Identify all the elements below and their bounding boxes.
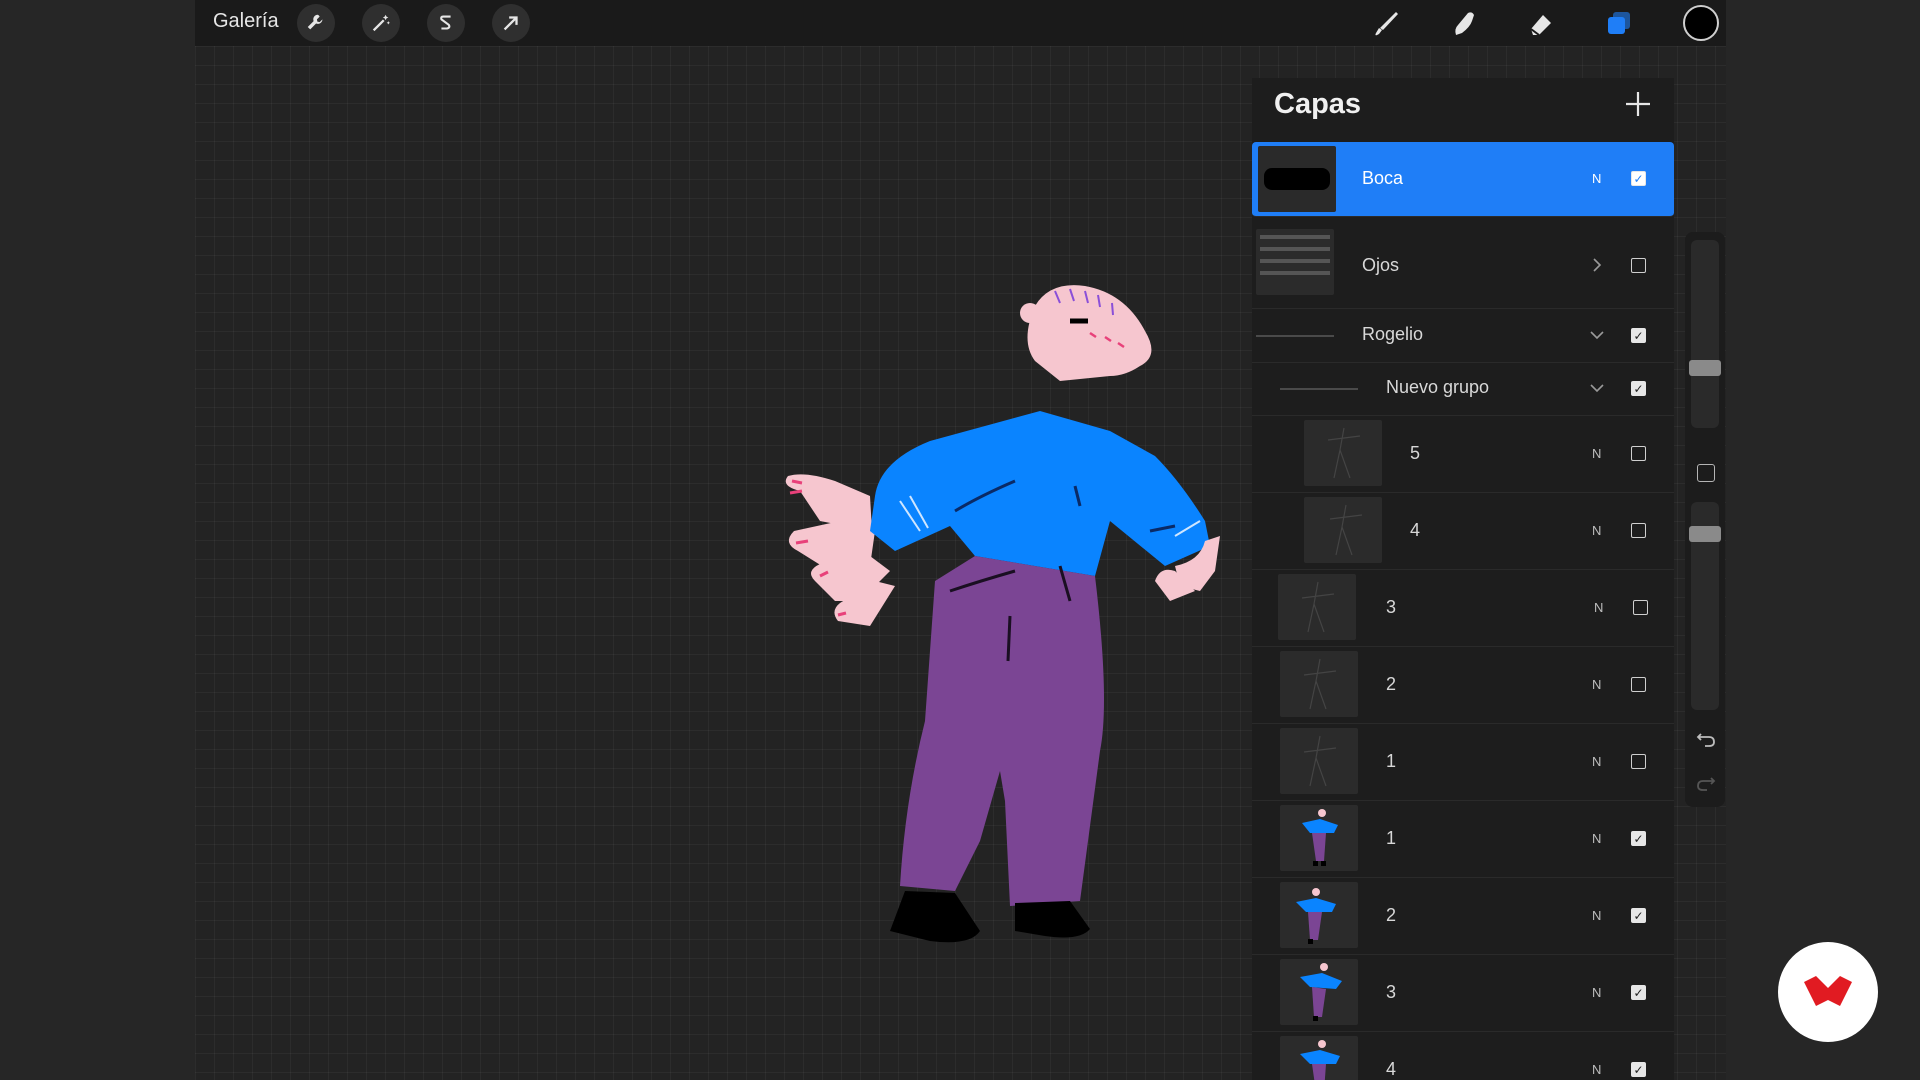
- layer-label: Ojos: [1362, 255, 1400, 275]
- blend-mode[interactable]: N: [1592, 1062, 1601, 1077]
- layer-thumbnail: [1304, 497, 1382, 563]
- gallery-button[interactable]: Galería: [213, 10, 279, 33]
- layer-label: 4: [1410, 520, 1421, 540]
- layer-label: 5: [1410, 443, 1421, 463]
- color-picker[interactable]: [1683, 5, 1719, 41]
- layer-thumbnail: [1258, 146, 1336, 212]
- layer-thumbnail: [1280, 1036, 1358, 1080]
- layer-row-2[interactable]: 2 N: [1252, 647, 1674, 724]
- layer-row-nuevo-grupo[interactable]: Nuevo grupo ✓: [1252, 363, 1674, 416]
- layer-row-4[interactable]: 4 N: [1252, 493, 1674, 570]
- plus-icon[interactable]: [1622, 88, 1654, 120]
- right-gutter: [1726, 0, 1920, 1080]
- visibility-checkbox[interactable]: ✓: [1631, 985, 1646, 1000]
- layer-label: Nuevo grupo: [1386, 377, 1490, 397]
- blend-mode[interactable]: N: [1592, 677, 1601, 692]
- smudge-icon[interactable]: [1445, 4, 1483, 42]
- side-toolbar: [1685, 232, 1725, 807]
- group-indicator: [1256, 335, 1334, 337]
- brush-icon[interactable]: [1367, 4, 1405, 42]
- visibility-checkbox[interactable]: [1633, 600, 1648, 615]
- modify-button[interactable]: [1697, 464, 1715, 482]
- brush-size-knob[interactable]: [1689, 360, 1721, 376]
- blend-mode[interactable]: N: [1594, 600, 1603, 615]
- layer-thumbnail: [1280, 651, 1358, 717]
- visibility-checkbox[interactable]: [1631, 523, 1646, 538]
- brand-logo-icon: [1804, 976, 1852, 1006]
- chevron-right-icon[interactable]: [1588, 256, 1606, 274]
- character-illustration: [785, 285, 1220, 943]
- visibility-checkbox[interactable]: [1631, 754, 1646, 769]
- blend-mode[interactable]: N: [1592, 523, 1601, 538]
- visibility-checkbox[interactable]: [1631, 677, 1646, 692]
- layer-thumbnail: [1280, 882, 1358, 948]
- layer-row-boca[interactable]: Boca N ✓: [1252, 142, 1674, 217]
- layer-thumbnail: [1280, 959, 1358, 1025]
- layer-thumbnail: [1280, 805, 1358, 871]
- layer-label: 3: [1386, 982, 1397, 1002]
- visibility-checkbox[interactable]: ✓: [1631, 328, 1646, 343]
- layer-row-3[interactable]: 3 N: [1252, 570, 1674, 647]
- transform-arrow-icon[interactable]: [492, 4, 530, 42]
- layer-row-3-color[interactable]: 3 N ✓: [1252, 955, 1674, 1032]
- layer-label: Rogelio: [1362, 324, 1424, 344]
- blend-mode[interactable]: N: [1592, 831, 1601, 846]
- visibility-checkbox[interactable]: ✓: [1631, 171, 1646, 186]
- blend-mode[interactable]: N: [1592, 754, 1601, 769]
- redo-icon[interactable]: [1695, 772, 1717, 794]
- magic-wand-icon[interactable]: [362, 4, 400, 42]
- blend-mode[interactable]: N: [1592, 985, 1601, 1000]
- layer-label: 1: [1386, 751, 1397, 771]
- layers-icon[interactable]: [1600, 4, 1638, 42]
- top-toolbar: Galería: [195, 0, 1726, 46]
- layers-panel: Capas Boca N ✓ Ojos Rogelio ✓ Nuevo grup…: [1252, 78, 1674, 1080]
- layer-label: 1: [1386, 828, 1397, 848]
- layer-label: 2: [1386, 674, 1397, 694]
- visibility-checkbox[interactable]: ✓: [1631, 1062, 1646, 1077]
- left-gutter: [0, 0, 195, 1080]
- chevron-down-icon[interactable]: [1588, 379, 1606, 397]
- layer-label: 2: [1386, 905, 1397, 925]
- layer-row-ojos[interactable]: Ojos: [1252, 223, 1674, 309]
- layer-row-2-color[interactable]: 2 N ✓: [1252, 878, 1674, 955]
- visibility-checkbox[interactable]: ✓: [1631, 831, 1646, 846]
- layer-thumbnail: [1304, 420, 1382, 486]
- group-indicator: [1280, 388, 1358, 390]
- layer-row-5[interactable]: 5 N: [1252, 416, 1674, 493]
- visibility-checkbox[interactable]: [1631, 446, 1646, 461]
- visibility-checkbox[interactable]: ✓: [1631, 381, 1646, 396]
- blend-mode[interactable]: N: [1592, 171, 1601, 186]
- opacity-knob[interactable]: [1689, 526, 1721, 542]
- wrench-icon[interactable]: [297, 4, 335, 42]
- layer-thumbnail: [1280, 728, 1358, 794]
- opacity-slider[interactable]: [1689, 502, 1721, 710]
- chevron-down-icon[interactable]: [1588, 326, 1606, 344]
- undo-icon[interactable]: [1695, 728, 1717, 750]
- eraser-icon[interactable]: [1522, 4, 1560, 42]
- layer-label: 4: [1386, 1059, 1397, 1079]
- layer-label: Boca: [1362, 168, 1404, 188]
- layer-label: 3: [1386, 597, 1397, 617]
- selection-s-icon[interactable]: [427, 4, 465, 42]
- head: [1020, 285, 1152, 381]
- brand-logo-badge: [1778, 942, 1878, 1042]
- visibility-checkbox[interactable]: ✓: [1631, 908, 1646, 923]
- layer-row-1[interactable]: 1 N: [1252, 724, 1674, 801]
- blend-mode[interactable]: N: [1592, 908, 1601, 923]
- pants: [900, 556, 1104, 906]
- brush-size-slider[interactable]: [1689, 240, 1721, 428]
- layer-row-1-color[interactable]: 1 N ✓: [1252, 801, 1674, 878]
- group-thumbnail: [1256, 229, 1334, 295]
- layer-row-rogelio[interactable]: Rogelio ✓: [1252, 310, 1674, 363]
- sweater: [870, 411, 1210, 576]
- visibility-checkbox[interactable]: [1631, 258, 1646, 273]
- layer-thumbnail: [1278, 574, 1356, 640]
- layer-row-4-color[interactable]: 4 N ✓: [1252, 1032, 1674, 1080]
- panel-title: Capas: [1274, 88, 1362, 120]
- blend-mode[interactable]: N: [1592, 446, 1601, 461]
